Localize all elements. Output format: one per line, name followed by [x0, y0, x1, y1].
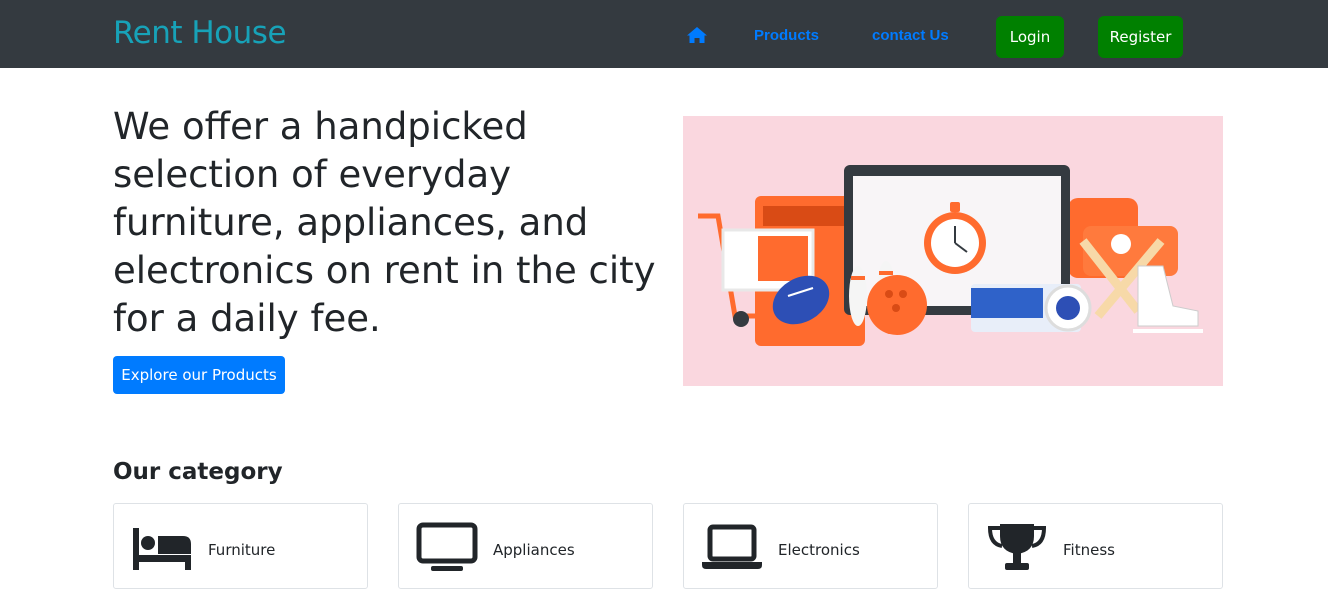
- category-label: Furniture: [208, 541, 276, 559]
- nav-link-contact[interactable]: contact Us: [872, 27, 949, 44]
- explore-products-button[interactable]: Explore our Products: [113, 356, 285, 394]
- category-card-furniture[interactable]: Furniture: [113, 503, 368, 589]
- login-button[interactable]: Login: [996, 16, 1064, 58]
- register-button[interactable]: Register: [1098, 16, 1183, 58]
- bed-icon: [133, 528, 191, 570]
- home-icon[interactable]: [686, 26, 708, 44]
- category-label: Fitness: [1063, 541, 1115, 559]
- category-card-electronics[interactable]: Electronics: [683, 503, 938, 589]
- category-card-fitness[interactable]: Fitness: [968, 503, 1223, 589]
- category-label: Appliances: [493, 541, 575, 559]
- monitor-icon: [416, 522, 478, 571]
- nav-link-products[interactable]: Products: [754, 27, 819, 44]
- brand-logo[interactable]: Rent House: [113, 15, 287, 51]
- hero-illustration: [683, 116, 1223, 386]
- rental-items-illustration: [698, 165, 1203, 346]
- trophy-icon: [987, 524, 1047, 570]
- hero-heading: We offer a handpicked selection of every…: [113, 105, 656, 340]
- laptop-icon: [702, 524, 762, 569]
- category-label: Electronics: [778, 541, 860, 559]
- category-card-appliances[interactable]: Appliances: [398, 503, 653, 589]
- category-section-title: Our category: [113, 459, 283, 485]
- navbar: Rent House Products contact Us Login Reg…: [0, 0, 1328, 68]
